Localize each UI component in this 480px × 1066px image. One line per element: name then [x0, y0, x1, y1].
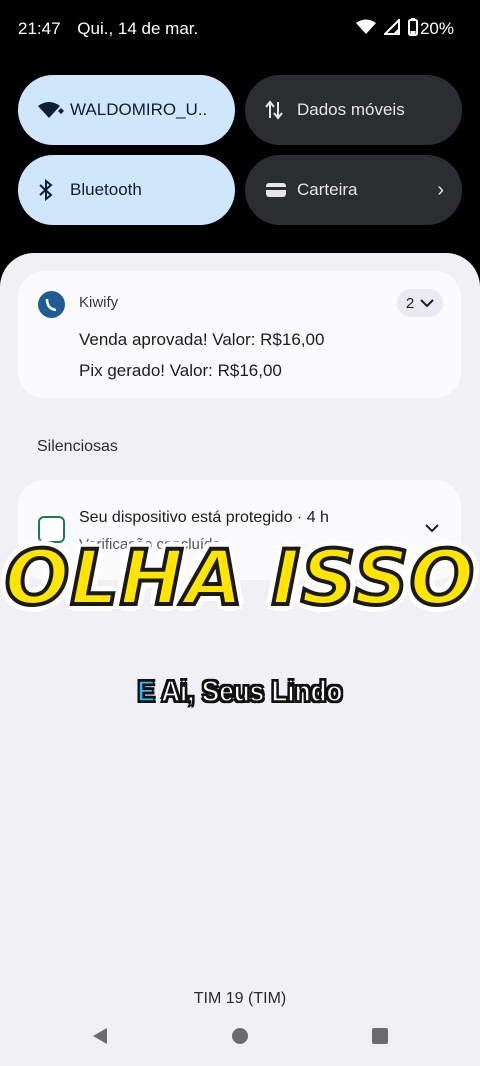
status-date: Qui., 14 de mar. [77, 19, 199, 38]
back-icon [91, 1027, 109, 1050]
home-button[interactable] [220, 1018, 260, 1058]
bluetooth-icon [38, 179, 70, 201]
battery-percent: 20% [419, 19, 454, 38]
signal-icon [382, 17, 400, 40]
recents-button[interactable] [360, 1018, 400, 1058]
wifi-icon [38, 101, 70, 119]
battery-icon [407, 17, 418, 41]
tile-wallet-label: Carteira [297, 180, 358, 199]
notification-line: Venda aprovada! Valor: R$16,00 [79, 330, 325, 349]
mobile-data-icon [265, 100, 297, 120]
recents-icon [371, 1027, 389, 1050]
caption-text: Ai, Seus Lindo [154, 675, 344, 709]
chevron-right-icon: › [437, 178, 444, 201]
back-button[interactable] [80, 1018, 120, 1058]
notification-app-name: Kiwify [79, 294, 119, 311]
tile-bluetooth-label: Bluetooth [70, 180, 142, 199]
carrier-label: TIM 19 (TIM) [193, 990, 287, 1007]
chevron-down-icon [420, 295, 434, 312]
tile-wifi[interactable]: WALDOMIRO_U.. [18, 75, 235, 145]
security-notification-title: Seu dispositivo está protegido · 4 h [79, 509, 329, 526]
tile-mobile-data[interactable]: Dados móveis [245, 75, 462, 145]
kiwify-app-icon [38, 291, 65, 318]
overlay-title: OLHA ISSO [3, 531, 477, 624]
notification-count: 2 [405, 294, 415, 312]
status-bar: 21:47 Qui., 14 de mar. 20% [0, 0, 480, 58]
tile-bluetooth[interactable]: Bluetooth [18, 155, 235, 225]
tile-mobile-data-label: Dados móveis [297, 100, 405, 119]
battery-indicator: 20% [407, 17, 454, 41]
wallet-icon [265, 181, 297, 199]
silent-section-label: Silenciosas [37, 438, 118, 455]
wifi-status-icon [355, 19, 376, 40]
caption-highlight: E [137, 675, 156, 709]
tile-wifi-label: WALDOMIRO_U.. [70, 100, 208, 119]
status-time: 21:47 [18, 19, 61, 38]
expand-notification-button[interactable]: 2 [397, 289, 443, 317]
notification-card-kiwify[interactable]: Kiwify 2 Venda aprovada! Valor: R$16,00 … [18, 271, 461, 398]
notification-line: Pix gerado! Valor: R$16,00 [79, 361, 282, 380]
home-icon [231, 1027, 249, 1050]
navigation-bar [0, 1018, 480, 1058]
tile-wallet[interactable]: Carteira › [245, 155, 462, 225]
overlay-caption: E Ai, Seus Lindo [24, 675, 456, 709]
